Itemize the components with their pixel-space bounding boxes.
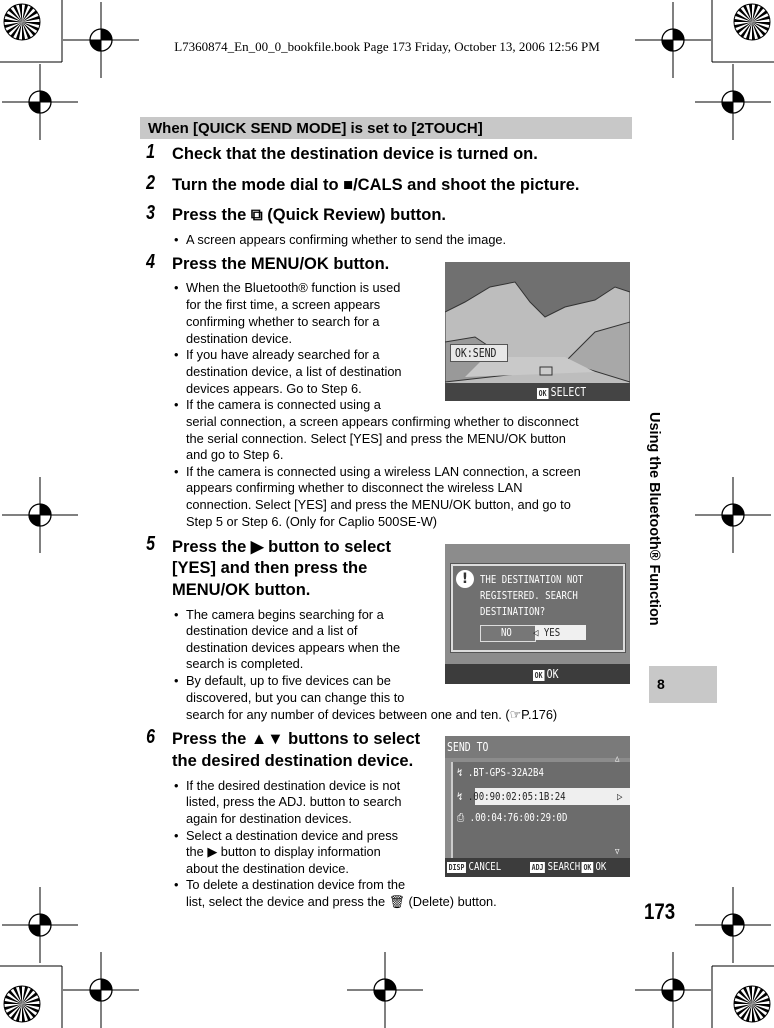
step-title: the desired destination device. xyxy=(172,752,414,770)
camera-screen-send-to: SEND TO ↯ .BT-GPS-32A2B4 ↯ .00:90:02:05:… xyxy=(445,736,630,877)
bullet-text: destination devices appears when the xyxy=(186,640,401,655)
step-number: 3 xyxy=(146,202,156,224)
chapter-number: 8 xyxy=(657,676,665,692)
section-title: When [QUICK SEND MODE] is set to [2TOUCH… xyxy=(148,120,483,137)
disp-button-icon: DISP xyxy=(447,862,467,873)
bullet-text: and go to Step 6. xyxy=(186,447,284,462)
scroll-up-icon[interactable]: △ xyxy=(615,754,619,764)
bullet-icon: • xyxy=(174,673,179,688)
camera-screen-search-dialog: ! THE DESTINATION NOT REGISTERED. SEARCH… xyxy=(445,544,630,684)
ok-label: OK xyxy=(546,667,559,681)
bullet-text: the ▶ button to display information xyxy=(186,844,381,859)
bullet-text: about the destination device. xyxy=(186,861,349,876)
step-title: Press the MENU/OK button. xyxy=(172,255,390,273)
bullet-icon: • xyxy=(174,347,179,362)
page-number: 173 xyxy=(644,899,676,924)
bullet-text: destination device and a list of xyxy=(186,623,358,638)
message-line: DESTINATION? xyxy=(480,605,546,618)
bullet-text: Select a destination device and press xyxy=(186,828,398,843)
bullet-icon: • xyxy=(174,280,179,295)
step-title: [YES] and then press the xyxy=(172,559,368,577)
bullet-text: Step 5 or Step 6. (Only for Caplio 500SE… xyxy=(186,514,438,529)
bullet-icon: • xyxy=(174,232,179,247)
message-line: REGISTERED. SEARCH xyxy=(480,589,578,602)
step-title: Turn the mode dial to ■/CALS and shoot t… xyxy=(172,176,580,194)
file-header: L7360874_En_00_0_bookfile.book Page 173 … xyxy=(174,39,600,54)
step-number: 4 xyxy=(146,251,156,273)
bullet-text: By default, up to five devices can be xyxy=(186,673,391,688)
step-title: Press the ▶ button to select xyxy=(172,538,391,556)
step-title: Press the ⧉ (Quick Review) button. xyxy=(172,206,447,224)
bullet-icon: • xyxy=(174,464,179,479)
step-title: MENU/OK button. xyxy=(172,581,311,599)
bullet-text: A screen appears confirming whether to s… xyxy=(186,232,507,247)
bullet-text: If you have already searched for a xyxy=(186,347,380,362)
bullet-text: If the desired destination device is not xyxy=(186,778,401,793)
bullet-text: serial connection, a screen appears conf… xyxy=(186,414,579,429)
bullet-text: search is completed. xyxy=(186,656,304,671)
section-title-band: When [QUICK SEND MODE] is set to [2TOUCH… xyxy=(140,117,632,139)
message-line: THE DESTINATION NOT xyxy=(480,573,584,586)
camera-screen-send-confirm: OK:SEND OK SELECT xyxy=(445,262,630,401)
dialog-message: THE DESTINATION NOT REGISTERED. SEARCH D… xyxy=(480,572,583,620)
step-number: 2 xyxy=(146,172,156,194)
right-arrow-icon: ▷ xyxy=(617,790,623,803)
bullet-text: list, select the device and press the 🗑 … xyxy=(186,894,497,909)
cancel-hint: DISP CANCEL xyxy=(447,860,502,873)
step-number: 1 xyxy=(146,141,156,163)
bullet-text: When the Bluetooth® function is used xyxy=(186,280,401,295)
bullet-text: To delete a destination device from the xyxy=(186,877,406,892)
ok-button-icon: OK xyxy=(537,388,549,399)
bullet-text: connection. Select [YES] and press the M… xyxy=(186,497,571,512)
bullet-text: appears confirming whether to disconnect… xyxy=(186,480,523,495)
select-hint: OK SELECT xyxy=(537,385,586,399)
bullet-text: devices appears. Go to Step 6. xyxy=(186,381,362,396)
bullet-text: confirming whether to search for a xyxy=(186,314,380,329)
bullet-icon: • xyxy=(174,607,179,622)
manual-page: L7360874_En_00_0_bookfile.book Page 173 … xyxy=(0,0,774,1028)
step-number: 5 xyxy=(146,533,156,555)
adj-button-icon: ADJ xyxy=(530,862,546,873)
bullet-text: If the camera is connected using a wirel… xyxy=(186,464,581,479)
ok-hint: OK OK xyxy=(533,667,558,681)
bullet-text: for the first time, a screen appears xyxy=(186,297,381,312)
side-tab-label: Using the Bluetooth® Function xyxy=(646,412,662,626)
bullet-text: discovered, but you can change this to xyxy=(186,690,405,705)
ok-send-label: OK:SEND xyxy=(455,346,497,360)
bullet-icon: • xyxy=(174,877,179,892)
bullet-text: search for any number of devices between… xyxy=(186,707,558,722)
chapter-tab: 8 xyxy=(649,666,717,703)
device-row-selected[interactable]: ↯ .00:90:02:05:1B:24 xyxy=(457,790,566,803)
search-ok-hint: ADJ SEARCH OK OK xyxy=(530,860,607,873)
step-title: Check that the destination device is tur… xyxy=(172,145,538,163)
landscape-image xyxy=(445,262,630,401)
warning-icon: ! xyxy=(456,570,474,588)
bullet-icon: • xyxy=(174,778,179,793)
bullet-text: the serial connection. Select [YES] and … xyxy=(186,431,566,446)
bullet-icon: • xyxy=(174,397,179,412)
step-number: 6 xyxy=(146,726,156,748)
bullet-text: listed, press the ADJ. button to search xyxy=(186,794,402,809)
device-row[interactable]: ↯ .BT-GPS-32A2B4 xyxy=(457,766,544,779)
no-label: NO xyxy=(501,626,512,639)
bullet-text: again for destination devices. xyxy=(186,811,352,826)
step-title: Press the ▲▼ buttons to select xyxy=(172,730,421,748)
bullet-text: destination device. xyxy=(186,331,292,346)
bullet-icon: • xyxy=(174,828,179,843)
bullet-text: If the camera is connected using a xyxy=(186,397,381,412)
ok-button-icon: OK xyxy=(581,862,594,873)
side-tab: Using the Bluetooth® Function xyxy=(646,412,678,657)
yes-label: ◁ YES xyxy=(533,626,561,639)
send-to-title: SEND TO xyxy=(447,740,489,754)
select-label: SELECT xyxy=(550,385,587,399)
scroll-down-icon[interactable]: ▽ xyxy=(615,847,619,857)
bullet-text: The camera begins searching for a xyxy=(186,607,384,622)
bullet-text: destination device, a list of destinatio… xyxy=(186,364,402,379)
ok-button-icon: OK xyxy=(533,670,545,681)
device-row[interactable]: ⎙ .00:04:76:00:29:0D xyxy=(457,811,567,825)
